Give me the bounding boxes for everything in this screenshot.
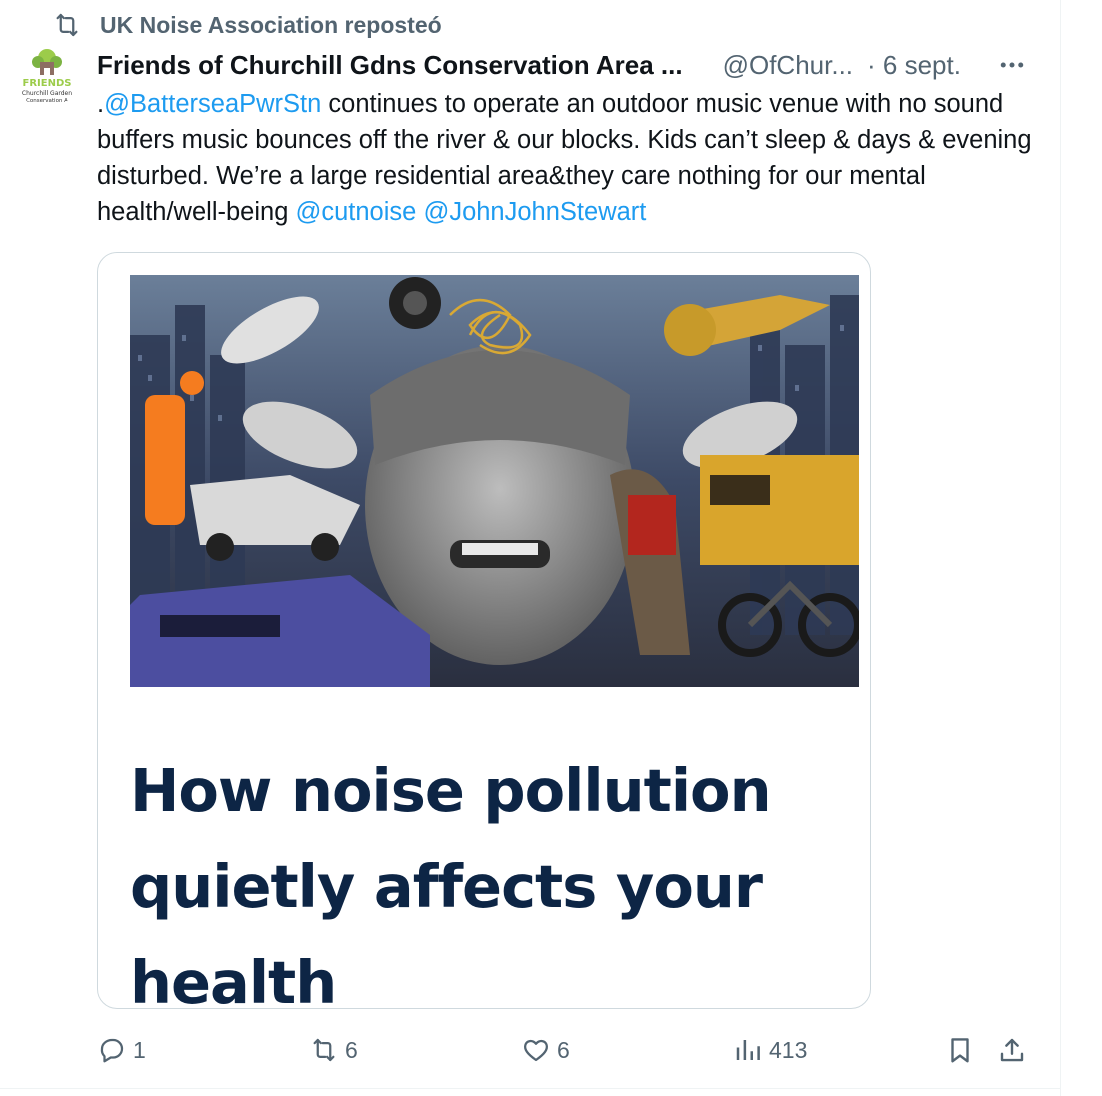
tweet-divider — [0, 1088, 1060, 1089]
repost-button[interactable]: 6 — [309, 1028, 358, 1072]
share-icon — [1000, 1038, 1024, 1062]
tweet-header: Friends of Churchill Gdns Conservation A… — [97, 46, 1037, 84]
views-icon — [736, 1040, 760, 1060]
mention-batterseapwrstn[interactable]: @BatterseaPwrStn — [104, 90, 321, 118]
card-image — [130, 275, 859, 687]
bookmark-button[interactable] — [945, 1028, 975, 1072]
reply-icon — [100, 1038, 124, 1063]
bookmark-icon — [951, 1038, 969, 1063]
more-button[interactable] — [997, 46, 1027, 84]
repost-context[interactable]: UK Noise Association reposteó — [52, 8, 442, 42]
repost-label: UK Noise Association reposteó — [100, 11, 442, 38]
reply-count: 1 — [133, 1036, 146, 1063]
views-count: 413 — [769, 1036, 808, 1063]
share-button[interactable] — [997, 1028, 1027, 1072]
views-button[interactable]: 413 — [733, 1028, 807, 1072]
mention-johnjohnstewart[interactable]: @JohnJohnStewart — [423, 198, 646, 226]
author-handle[interactable]: @OfChur... — [723, 50, 853, 81]
repost-count: 6 — [345, 1036, 358, 1063]
like-count: 6 — [557, 1036, 570, 1063]
card-headline: How noise pollution quietly affects your… — [130, 756, 772, 1009]
action-bar: 1 6 6 413 — [97, 1028, 1047, 1072]
repost-icon — [56, 13, 78, 37]
link-card[interactable]: How noise pollution quietly affects your… — [97, 252, 871, 1009]
column-divider — [1060, 0, 1061, 1096]
like-icon — [523, 1039, 549, 1062]
reply-button[interactable]: 1 — [97, 1028, 146, 1072]
avatar[interactable]: FRIENDS Churchill Garden Conservation A — [14, 42, 80, 108]
author-name[interactable]: Friends of Churchill Gdns Conservation A… — [97, 50, 683, 81]
repost-icon — [313, 1038, 335, 1062]
timestamp[interactable]: · 6 sept. — [867, 50, 961, 81]
more-icon — [1000, 62, 1024, 68]
avatar-line3: Conservation A — [26, 98, 68, 104]
avatar-line2: Churchill Garden — [22, 90, 72, 97]
avatar-brand: FRIENDS — [23, 78, 72, 89]
like-button[interactable]: 6 — [521, 1028, 570, 1072]
mention-cutnoise[interactable]: @cutnoise — [295, 198, 416, 226]
tweet-text: .@BatterseaPwrStn continues to operate a… — [97, 86, 1037, 230]
